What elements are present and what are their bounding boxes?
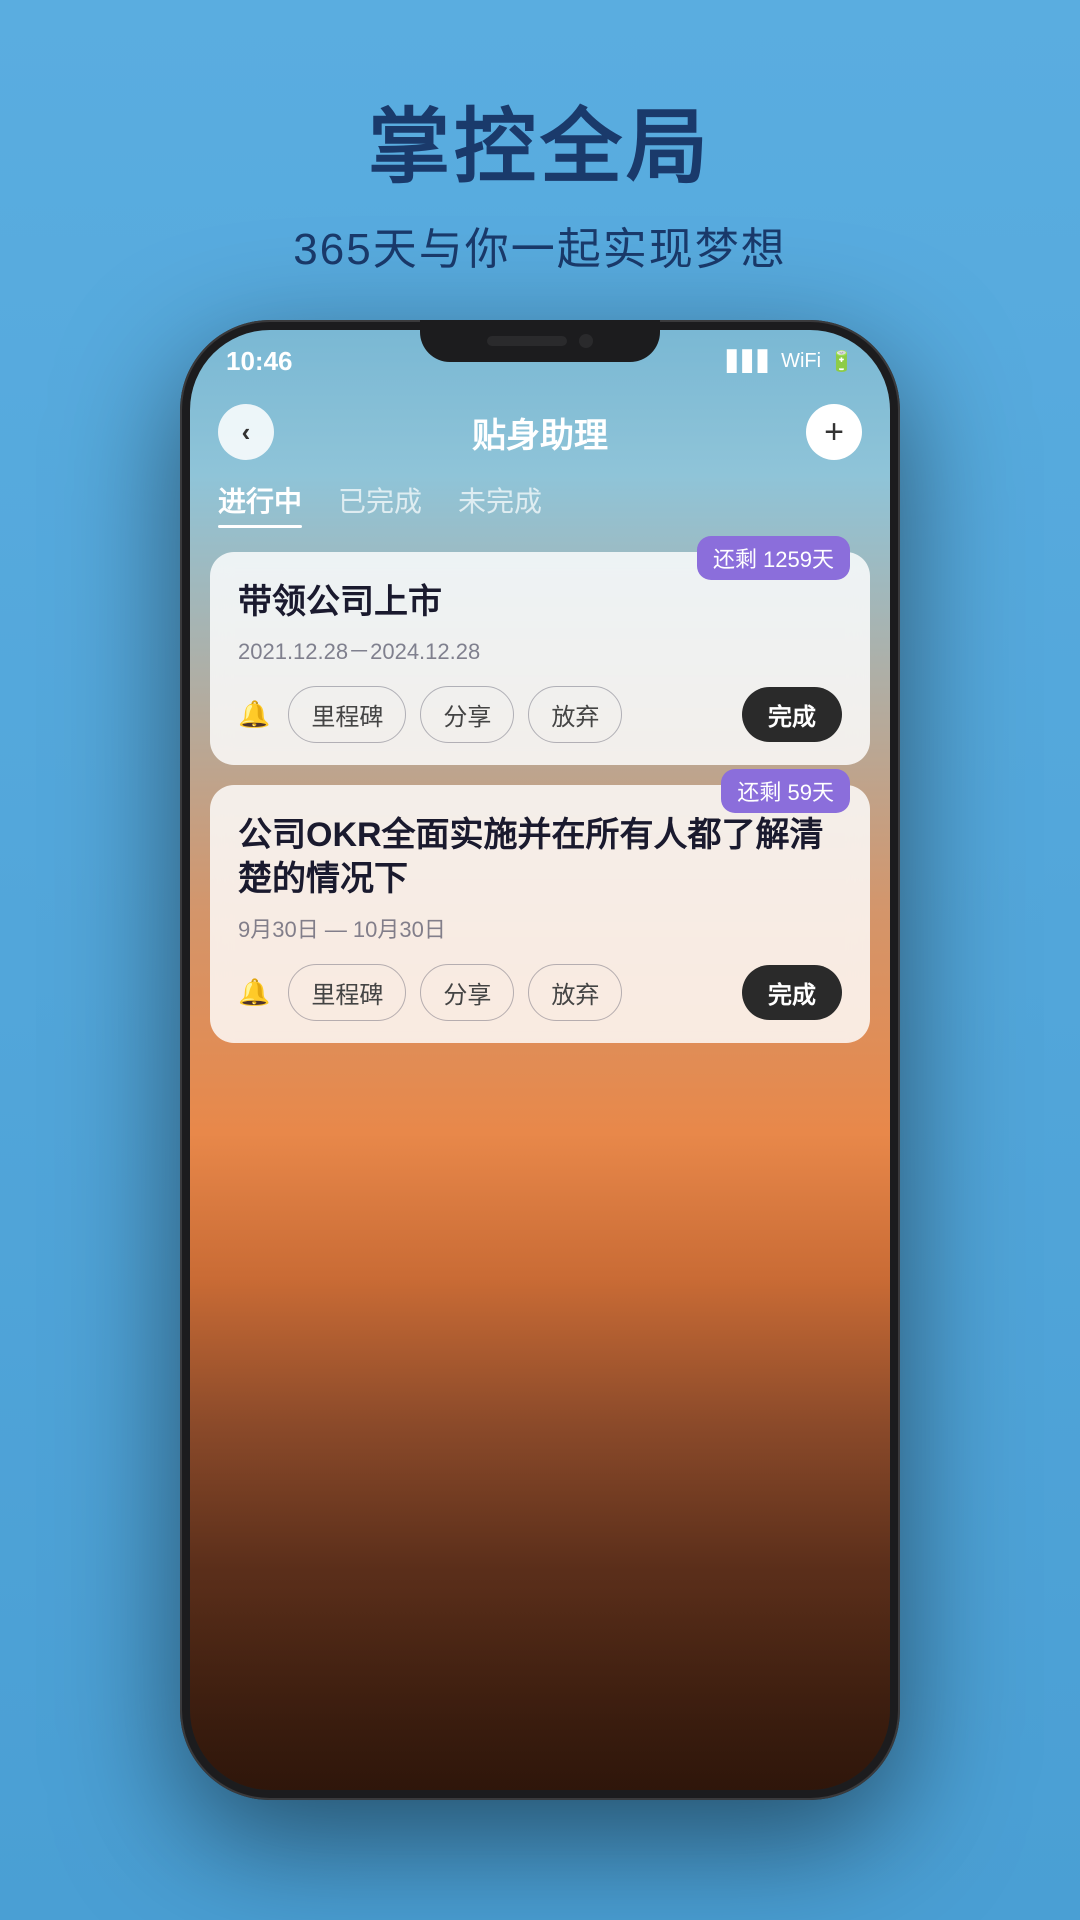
phone-notch [420, 320, 660, 362]
days-remaining-badge: 还剩 59天 [721, 769, 850, 813]
signal-icon: ▋▋▋ [727, 349, 773, 374]
phone-screen: 10:46 ▋▋▋ WiFi 🔋 ‹ 贴身助理 + [190, 330, 890, 1790]
camera [579, 334, 593, 348]
card-item: 还剩 1259天 带领公司上市 2021.12.28－2024.12.28 🔔 … [210, 552, 870, 765]
phone-mockup: 10:46 ▋▋▋ WiFi 🔋 ‹ 贴身助理 + [180, 320, 900, 1840]
add-button[interactable]: + [806, 404, 862, 460]
back-button[interactable]: ‹ [218, 404, 274, 460]
card-actions: 🔔 里程碑 分享 放弃 完成 [238, 686, 842, 743]
add-icon: + [824, 413, 844, 452]
complete-button[interactable]: 完成 [742, 965, 842, 1020]
milestone-button[interactable]: 里程碑 [288, 686, 406, 743]
abandon-button[interactable]: 放弃 [528, 686, 622, 743]
app-content: ‹ 贴身助理 + 进行中 已完成 未完成 [190, 384, 890, 1790]
screen-gradient [190, 1590, 890, 1790]
card-date: 2021.12.28－2024.12.28 [238, 634, 842, 666]
nav-bar: ‹ 贴身助理 + [190, 384, 890, 480]
status-time: 10:46 [226, 346, 293, 377]
phone-body: 10:46 ▋▋▋ WiFi 🔋 ‹ 贴身助理 + [180, 320, 900, 1800]
card-actions: 🔔 里程碑 分享 放弃 完成 [238, 964, 842, 1021]
complete-button[interactable]: 完成 [742, 687, 842, 742]
abandon-button[interactable]: 放弃 [528, 964, 622, 1021]
bell-icon[interactable]: 🔔 [238, 699, 270, 730]
bell-icon[interactable]: 🔔 [238, 977, 270, 1008]
days-remaining-badge: 还剩 1259天 [697, 536, 850, 580]
status-icons: ▋▋▋ WiFi 🔋 [727, 349, 854, 374]
tab-incomplete[interactable]: 未完成 [458, 480, 542, 528]
share-button[interactable]: 分享 [420, 686, 514, 743]
header-section: 掌控全局 365天与你一起实现梦想 [0, 80, 1080, 277]
card-title: 带领公司上市 [238, 580, 842, 624]
back-icon: ‹ [242, 417, 251, 448]
share-button[interactable]: 分享 [420, 964, 514, 1021]
wifi-icon: WiFi [781, 350, 821, 373]
milestone-button[interactable]: 里程碑 [288, 964, 406, 1021]
tab-in-progress[interactable]: 进行中 [218, 480, 302, 528]
nav-title: 贴身助理 [472, 408, 608, 457]
page-title: 掌控全局 [0, 80, 1080, 199]
battery-icon: 🔋 [829, 349, 854, 374]
tab-bar: 进行中 已完成 未完成 [190, 480, 890, 528]
cards-list: 还剩 1259天 带领公司上市 2021.12.28－2024.12.28 🔔 … [190, 552, 890, 1043]
page-subtitle: 365天与你一起实现梦想 [0, 213, 1080, 277]
card-title: 公司OKR全面实施并在所有人都了解清楚的情况下 [238, 813, 842, 901]
speaker [487, 336, 567, 346]
tab-completed[interactable]: 已完成 [338, 480, 422, 528]
card-date: 9月30日 — 10月30日 [238, 912, 842, 944]
card-item: 还剩 59天 公司OKR全面实施并在所有人都了解清楚的情况下 9月30日 — 1… [210, 785, 870, 1042]
